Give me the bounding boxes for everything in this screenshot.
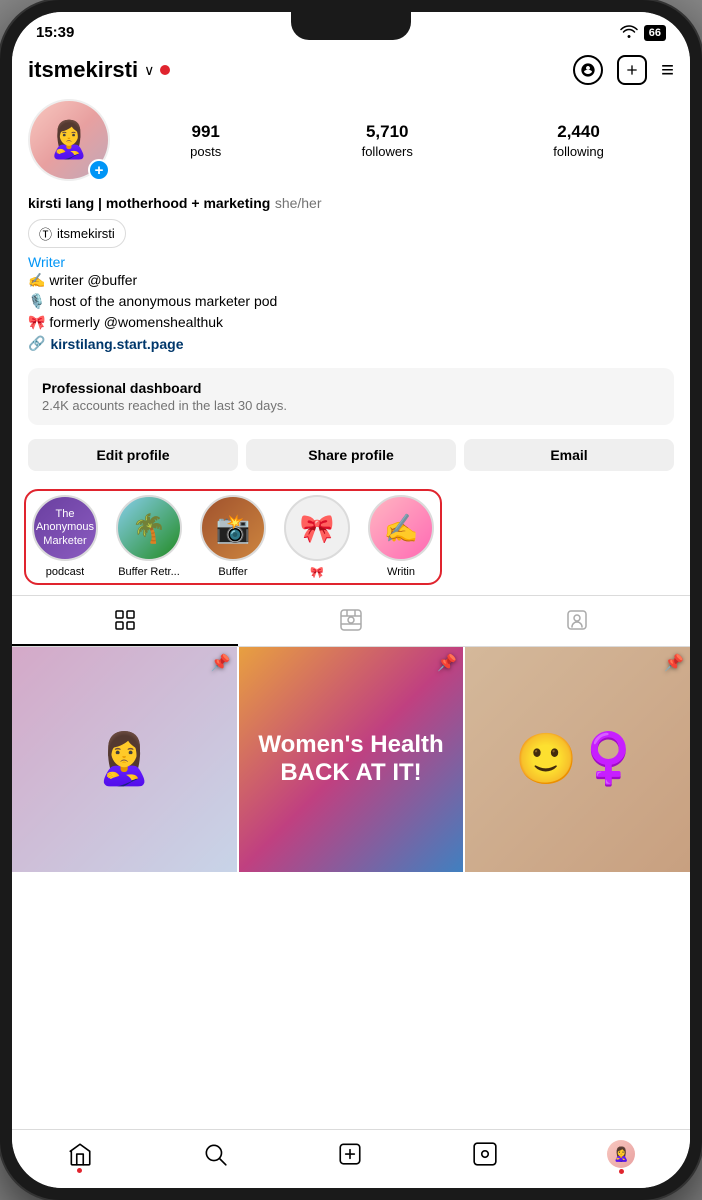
- nav-reels-icon: [472, 1141, 498, 1167]
- bottom-nav: 🙎‍♀️: [12, 1129, 690, 1188]
- highlight-label-writing: Writin: [387, 566, 415, 578]
- photo-grid: 🙎‍♀️ 📌 Women's HealthBACK AT IT! 📌 🙂‍♀️ …: [12, 647, 690, 872]
- share-profile-button[interactable]: Share profile: [246, 439, 456, 471]
- following-count: 2,440: [557, 122, 600, 142]
- edit-profile-button[interactable]: Edit profile: [28, 439, 238, 471]
- bio-link-text: kirstilang.start.page: [50, 336, 183, 352]
- bio-pronoun: she/her: [275, 195, 322, 211]
- battery-indicator: 66: [644, 25, 666, 41]
- grid-icon: [113, 608, 137, 632]
- create-icon: [337, 1141, 363, 1167]
- highlights-row: TheAnonymousMarketer podcast 🌴 Buffer Re…: [12, 481, 690, 595]
- grid-item-1[interactable]: 🙎‍♀️ 📌: [12, 647, 237, 872]
- dropdown-arrow-icon[interactable]: ∨: [144, 62, 154, 79]
- highlight-circle-podcast: TheAnonymousMarketer: [32, 495, 98, 561]
- bio-line3: 🎀 formerly @womenshealthuk: [28, 312, 674, 333]
- highlight-label-emoji: 🎀: [310, 566, 324, 579]
- grid-item-3[interactable]: 🙂‍♀️ 📌: [465, 647, 690, 872]
- highlights-section: TheAnonymousMarketer podcast 🌴 Buffer Re…: [24, 489, 442, 585]
- profile-active-dot: [619, 1169, 624, 1174]
- highlight-circle-writing: ✍️: [368, 495, 434, 561]
- tagged-icon: [565, 608, 589, 632]
- username-row: itsmekirsti ∨: [28, 57, 170, 83]
- posts-stat[interactable]: 991 posts: [190, 122, 221, 159]
- wifi-icon: [620, 24, 638, 41]
- highlight-emoji[interactable]: 🎀 🎀: [282, 495, 352, 579]
- grid-image-2: Women's HealthBACK AT IT!: [239, 647, 464, 872]
- pin-icon-1: 📌: [211, 653, 231, 673]
- add-avatar-button[interactable]: +: [88, 159, 110, 181]
- professional-dashboard[interactable]: Professional dashboard 2.4K accounts rea…: [28, 368, 674, 425]
- notch: [291, 12, 411, 40]
- bio-section: kirsti lang | motherhood + marketing she…: [12, 191, 690, 360]
- posts-label: posts: [190, 144, 221, 159]
- following-stat[interactable]: 2,440 following: [553, 122, 604, 159]
- grid-image-3: 🙂‍♀️: [465, 647, 690, 872]
- status-time: 15:39: [36, 24, 74, 41]
- phone-screen: 15:39 66 itsmekirsti ∨: [12, 12, 690, 1188]
- profile-stats-row: 🙎‍♀️ + 991 posts 5,710 followers 2,440: [12, 89, 690, 191]
- highlight-circle-buffer-retr: 🌴: [116, 495, 182, 561]
- threads-badge[interactable]: Ⓣ itsmekirsti: [28, 219, 126, 248]
- highlight-podcast[interactable]: TheAnonymousMarketer podcast: [30, 495, 100, 579]
- avatar-wrap: 🙎‍♀️ +: [28, 99, 110, 181]
- nav-reels[interactable]: [472, 1141, 498, 1167]
- username: itsmekirsti: [28, 57, 138, 83]
- nav-home[interactable]: [67, 1141, 93, 1167]
- pro-dashboard-title: Professional dashboard: [42, 380, 660, 396]
- email-button[interactable]: Email: [464, 439, 674, 471]
- action-buttons: Edit profile Share profile Email: [12, 433, 690, 481]
- grid-image-1: 🙎‍♀️: [12, 647, 237, 872]
- header-icons: ≡: [573, 55, 674, 85]
- status-icons: 66: [620, 24, 666, 41]
- add-post-icon[interactable]: [617, 55, 647, 85]
- threads-badge-icon: Ⓣ: [39, 224, 52, 243]
- highlight-circle-buffer: 📸: [200, 495, 266, 561]
- search-icon: [202, 1141, 228, 1167]
- threads-icon[interactable]: [573, 55, 603, 85]
- bio-name-row: kirsti lang | motherhood + marketing she…: [28, 195, 674, 213]
- highlight-label-buffer-retr: Buffer Retr...: [118, 566, 180, 578]
- bio-link[interactable]: 🔗 kirstilang.start.page: [28, 335, 674, 352]
- highlight-circle-emoji: 🎀: [284, 495, 350, 561]
- phone-frame: 15:39 66 itsmekirsti ∨: [0, 0, 702, 1200]
- pin-icon-3: 📌: [664, 653, 684, 673]
- highlight-buffer-retr[interactable]: 🌴 Buffer Retr...: [114, 495, 184, 579]
- following-label: following: [553, 144, 604, 159]
- live-dot: [160, 65, 170, 75]
- nav-create[interactable]: [337, 1141, 363, 1167]
- highlight-label-podcast: podcast: [46, 566, 85, 578]
- stats-group: 991 posts 5,710 followers 2,440 followin…: [120, 122, 674, 159]
- tab-tagged[interactable]: [464, 596, 690, 646]
- threads-handle: itsmekirsti: [57, 226, 115, 241]
- menu-icon[interactable]: ≡: [661, 57, 674, 83]
- link-icon: 🔗: [28, 335, 45, 352]
- highlight-writing[interactable]: ✍️ Writin: [366, 495, 436, 579]
- nav-search[interactable]: [202, 1141, 228, 1167]
- pro-dashboard-subtitle: 2.4K accounts reached in the last 30 day…: [42, 398, 660, 413]
- content-tabs: [12, 595, 690, 647]
- profile-header: itsmekirsti ∨: [12, 47, 690, 89]
- screen-content: itsmekirsti ∨: [12, 47, 690, 1129]
- highlight-label-buffer: Buffer: [218, 566, 247, 578]
- nav-profile-avatar: 🙎‍♀️: [607, 1140, 635, 1168]
- followers-label: followers: [362, 144, 413, 159]
- grid-item-2[interactable]: Women's HealthBACK AT IT! 📌: [239, 647, 464, 872]
- posts-count: 991: [192, 122, 220, 142]
- tab-grid[interactable]: [12, 596, 238, 646]
- home-active-dot: [77, 1168, 82, 1173]
- tab-reels[interactable]: [238, 596, 464, 646]
- followers-stat[interactable]: 5,710 followers: [362, 122, 413, 159]
- nav-profile[interactable]: 🙎‍♀️: [607, 1140, 635, 1168]
- home-icon: [67, 1141, 93, 1167]
- reels-icon: [339, 608, 363, 632]
- bio-line2: 🎙️ host of the anonymous marketer pod: [28, 291, 674, 312]
- pin-icon-2: 📌: [437, 653, 457, 673]
- highlight-buffer[interactable]: 📸 Buffer: [198, 495, 268, 579]
- followers-count: 5,710: [366, 122, 409, 142]
- bio-full-name: kirsti lang | motherhood + marketing: [28, 195, 270, 211]
- bio-category: Writer: [28, 254, 674, 270]
- bio-line1: ✍️ writer @buffer: [28, 270, 674, 291]
